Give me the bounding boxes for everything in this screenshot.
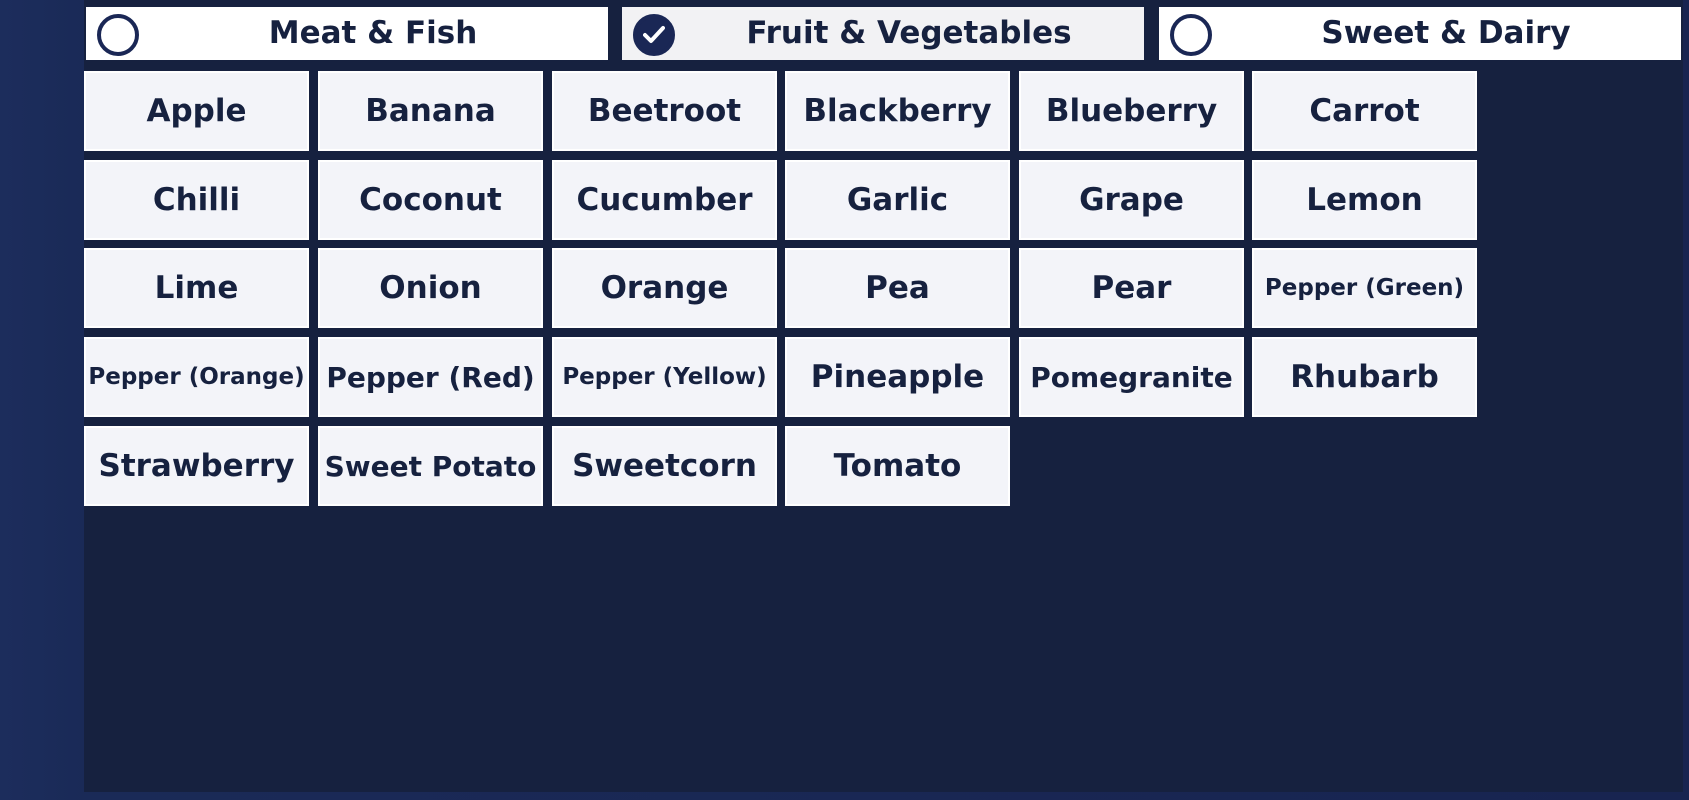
item-button-onion[interactable]: Onion [318, 248, 543, 328]
item-button-garlic[interactable]: Garlic [785, 160, 1010, 240]
item-button-beetroot[interactable]: Beetroot [552, 71, 777, 151]
item-button-pepper-orange[interactable]: Pepper (Orange) [84, 337, 309, 417]
category-tabs: Meat & Fish Fruit & Vegetables Sweet & D… [84, 5, 1684, 62]
item-button-pomegranite[interactable]: Pomegranite [1019, 337, 1244, 417]
tab-sweet-dairy[interactable]: Sweet & Dairy [1157, 5, 1683, 62]
item-button-blueberry[interactable]: Blueberry [1019, 71, 1244, 151]
item-button-rhubarb[interactable]: Rhubarb [1252, 337, 1477, 417]
tab-label: Meat & Fish [268, 15, 478, 51]
item-button-lime[interactable]: Lime [84, 248, 309, 328]
item-button-banana[interactable]: Banana [318, 71, 543, 151]
tab-meat-fish[interactable]: Meat & Fish [84, 5, 610, 62]
item-button-carrot[interactable]: Carrot [1252, 71, 1477, 151]
checkmark-icon [643, 26, 665, 43]
item-button-grape[interactable]: Grape [1019, 160, 1244, 240]
item-button-chilli[interactable]: Chilli [84, 160, 309, 240]
tab-fruit-vegetables[interactable]: Fruit & Vegetables [620, 5, 1146, 62]
radio-empty-icon [97, 14, 139, 56]
item-button-pepper-green[interactable]: Pepper (Green) [1252, 248, 1477, 328]
item-button-blackberry[interactable]: Blackberry [785, 71, 1010, 151]
tab-label: Fruit & Vegetables [746, 15, 1072, 51]
item-button-coconut[interactable]: Coconut [318, 160, 543, 240]
radio-empty-icon [1170, 14, 1212, 56]
item-button-orange[interactable]: Orange [552, 248, 777, 328]
item-button-pear[interactable]: Pear [1019, 248, 1244, 328]
item-button-sweetcorn[interactable]: Sweetcorn [552, 426, 777, 506]
item-button-apple[interactable]: Apple [84, 71, 309, 151]
item-button-pepper-yellow[interactable]: Pepper (Yellow) [552, 337, 777, 417]
radio-check-icon [633, 14, 675, 56]
item-button-strawberry[interactable]: Strawberry [84, 426, 309, 506]
item-button-pineapple[interactable]: Pineapple [785, 337, 1010, 417]
item-button-sweet-potato[interactable]: Sweet Potato [318, 426, 543, 506]
item-button-pea[interactable]: Pea [785, 248, 1010, 328]
tab-label: Sweet & Dairy [1321, 15, 1571, 51]
item-button-lemon[interactable]: Lemon [1252, 160, 1477, 240]
item-button-tomato[interactable]: Tomato [785, 426, 1010, 506]
item-button-cucumber[interactable]: Cucumber [552, 160, 777, 240]
game-screen: Meat & Fish Fruit & Vegetables Sweet & D… [0, 0, 1689, 800]
item-button-pepper-red[interactable]: Pepper (Red) [318, 337, 543, 417]
